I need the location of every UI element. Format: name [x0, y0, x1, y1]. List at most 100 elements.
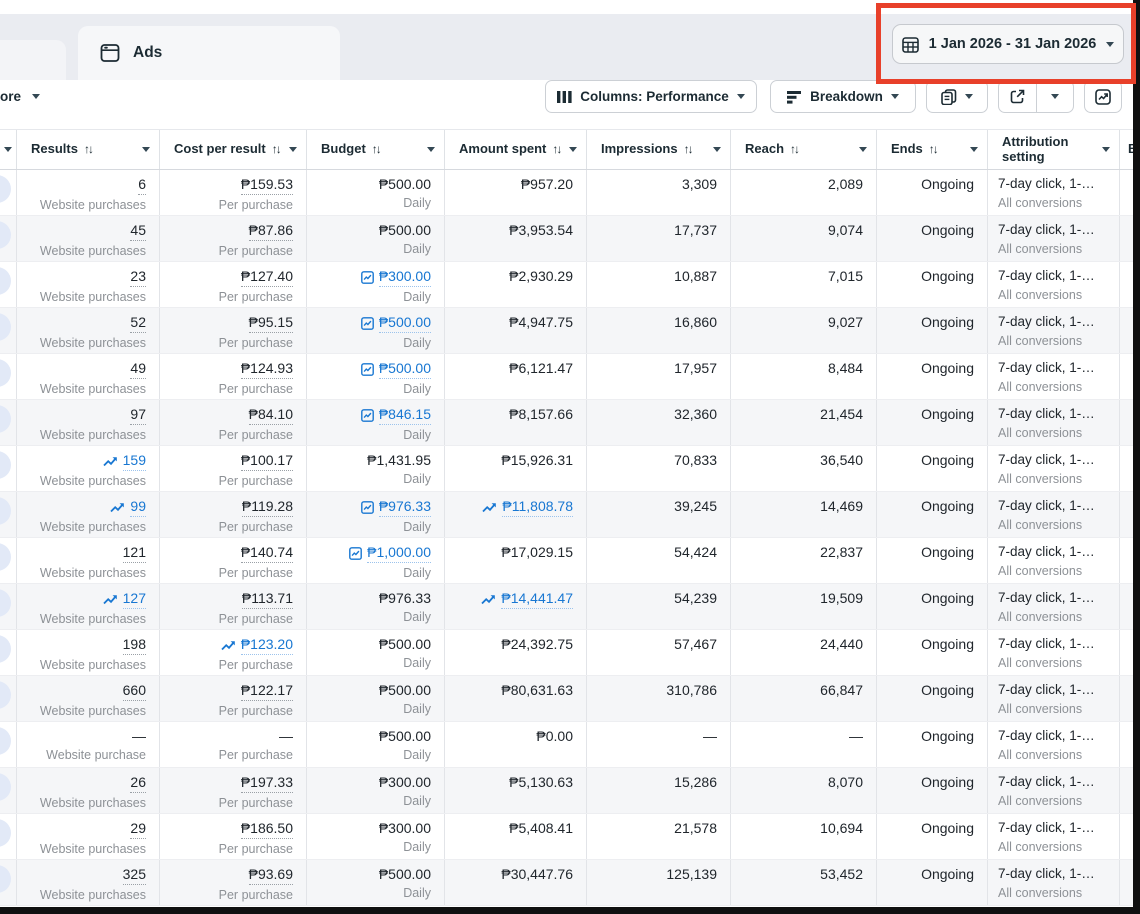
- budget-value[interactable]: ₱500.00: [379, 314, 431, 333]
- cost-value[interactable]: ₱127.40: [241, 268, 293, 287]
- results-value[interactable]: 49: [130, 360, 146, 379]
- spent-value[interactable]: ₱15,926.31: [501, 452, 573, 469]
- reports-button[interactable]: [926, 80, 988, 113]
- budget-value[interactable]: ₱500.00: [379, 360, 431, 379]
- export-options[interactable]: [1036, 81, 1074, 112]
- table-row[interactable]: 23 Website purchases ₱127.40 Per purchas…: [0, 262, 1140, 308]
- table-row[interactable]: 325 Website purchases ₱93.69 Per purchas…: [0, 860, 1140, 906]
- spent-value[interactable]: ₱11,808.78: [502, 498, 573, 517]
- cost-value[interactable]: ₱140.74: [241, 544, 293, 563]
- spent-value[interactable]: ₱5,130.63: [509, 774, 573, 791]
- ad-thumbnail-partial[interactable]: [0, 589, 11, 617]
- cost-value[interactable]: ₱93.69: [249, 866, 293, 885]
- chevron-down-icon[interactable]: [859, 147, 867, 152]
- table-row[interactable]: — Website purchase — Per purchase ₱500.0…: [0, 722, 1140, 768]
- chevron-down-icon[interactable]: [569, 147, 577, 152]
- chevron-down-icon[interactable]: [970, 147, 978, 152]
- budget-value[interactable]: ₱300.00: [379, 268, 431, 287]
- budget-value[interactable]: ₱846.15: [379, 406, 431, 425]
- ad-thumbnail-partial[interactable]: [0, 773, 11, 801]
- charts-button[interactable]: [1084, 80, 1122, 113]
- chevron-down-icon[interactable]: [289, 147, 297, 152]
- table-row[interactable]: 26 Website purchases ₱197.33 Per purchas…: [0, 768, 1140, 814]
- table-row[interactable]: 29 Website purchases ₱186.50 Per purchas…: [0, 814, 1140, 860]
- spent-value[interactable]: ₱24,392.75: [501, 636, 573, 653]
- sort-icon[interactable]: ↑↓: [84, 143, 92, 157]
- table-row[interactable]: 660 Website purchases ₱122.17 Per purcha…: [0, 676, 1140, 722]
- spent-value[interactable]: ₱957.20: [521, 176, 573, 193]
- chevron-down-icon[interactable]: [142, 147, 150, 152]
- cost-value[interactable]: ₱87.86: [249, 222, 293, 241]
- ad-thumbnail-partial[interactable]: [0, 359, 11, 387]
- table-row[interactable]: 45 Website purchases ₱87.86 Per purchase…: [0, 216, 1140, 262]
- results-value[interactable]: 660: [123, 682, 146, 701]
- ad-thumbnail-partial[interactable]: [0, 681, 11, 709]
- header-cell-reach[interactable]: Reach↑↓: [731, 130, 877, 169]
- budget-value[interactable]: ₱500.00: [379, 636, 431, 653]
- budget-value[interactable]: ₱976.33: [379, 498, 431, 517]
- table-row[interactable]: 159 Website purchases ₱100.17 Per purcha…: [0, 446, 1140, 492]
- budget-value[interactable]: ₱500.00: [379, 222, 431, 239]
- header-cell-impressions[interactable]: Impressions↑↓: [587, 130, 731, 169]
- chevron-down-icon[interactable]: [713, 147, 721, 152]
- spent-value[interactable]: ₱0.00: [536, 728, 573, 745]
- spent-value[interactable]: ₱2,930.29: [509, 268, 573, 285]
- spent-value[interactable]: ₱4,947.75: [509, 314, 573, 331]
- results-value[interactable]: 26: [130, 774, 146, 793]
- budget-value[interactable]: ₱500.00: [379, 176, 431, 193]
- results-value[interactable]: 159: [123, 452, 146, 471]
- breakdown-button[interactable]: Breakdown: [770, 80, 916, 113]
- sort-icon[interactable]: ↑↓: [684, 143, 692, 157]
- ad-thumbnail-partial[interactable]: [0, 865, 11, 893]
- budget-value[interactable]: ₱500.00: [379, 866, 431, 883]
- results-value[interactable]: 6: [138, 176, 146, 195]
- ad-thumbnail-partial[interactable]: [0, 405, 11, 433]
- budget-value[interactable]: ₱300.00: [379, 774, 431, 791]
- spent-value[interactable]: ₱8,157.66: [509, 406, 573, 423]
- sort-icon[interactable]: ↑↓: [272, 143, 280, 157]
- spent-value[interactable]: ₱5,408.41: [509, 820, 573, 837]
- cost-value[interactable]: ₱84.10: [249, 406, 293, 425]
- ad-thumbnail-partial[interactable]: [0, 497, 11, 525]
- header-cell-amount-spent[interactable]: Amount spent↑↓: [445, 130, 587, 169]
- cost-value[interactable]: ₱197.33: [241, 774, 293, 793]
- spent-value[interactable]: ₱3,953.54: [509, 222, 573, 239]
- cost-value[interactable]: ₱124.93: [241, 360, 293, 379]
- header-cell-ad-strip[interactable]: [0, 130, 17, 169]
- sort-icon[interactable]: ↑↓: [552, 143, 560, 157]
- cost-value[interactable]: ₱159.53: [241, 176, 293, 195]
- results-value[interactable]: 121: [123, 544, 146, 563]
- spent-value[interactable]: ₱17,029.15: [501, 544, 573, 561]
- header-cell-attribution-setting[interactable]: Attribution setting: [988, 130, 1120, 169]
- spent-value[interactable]: ₱30,447.76: [501, 866, 573, 883]
- table-row[interactable]: 121 Website purchases ₱140.74 Per purcha…: [0, 538, 1140, 584]
- tab-adsets-partial[interactable]: [0, 40, 66, 80]
- ad-thumbnail-partial[interactable]: [0, 313, 11, 341]
- cost-value[interactable]: ₱95.15: [249, 314, 293, 333]
- ad-thumbnail-partial[interactable]: [0, 819, 11, 847]
- table-row[interactable]: 6 Website purchases ₱159.53 Per purchase…: [0, 170, 1140, 216]
- cost-value[interactable]: ₱122.17: [241, 682, 293, 701]
- results-value[interactable]: 23: [130, 268, 146, 287]
- results-value[interactable]: 97: [130, 406, 146, 425]
- cost-value[interactable]: ₱113.71: [242, 590, 293, 609]
- budget-value[interactable]: ₱300.00: [379, 820, 431, 837]
- table-row[interactable]: 52 Website purchases ₱95.15 Per purchase…: [0, 308, 1140, 354]
- table-row[interactable]: 99 Website purchases ₱119.28 Per purchas…: [0, 492, 1140, 538]
- cost-value[interactable]: —: [279, 728, 293, 745]
- ad-thumbnail-partial[interactable]: [0, 267, 11, 295]
- results-value[interactable]: 325: [123, 866, 146, 885]
- date-range-picker[interactable]: 1 Jan 2026 - 31 Jan 2026: [892, 24, 1124, 64]
- header-cell-ends[interactable]: Ends↑↓: [877, 130, 988, 169]
- sort-icon[interactable]: ↑↓: [372, 143, 380, 157]
- ad-thumbnail-partial[interactable]: [0, 727, 11, 755]
- results-value[interactable]: 29: [130, 820, 146, 839]
- header-cell-budget[interactable]: Budget↑↓: [307, 130, 445, 169]
- columns-button[interactable]: Columns: Performance: [545, 80, 757, 113]
- sort-icon[interactable]: ↑↓: [790, 143, 798, 157]
- table-row[interactable]: 127 Website purchases ₱113.71 Per purcha…: [0, 584, 1140, 630]
- table-row[interactable]: 49 Website purchases ₱124.93 Per purchas…: [0, 354, 1140, 400]
- tab-ads[interactable]: Ads: [78, 26, 340, 80]
- ad-thumbnail-partial[interactable]: [0, 543, 11, 571]
- results-value[interactable]: 45: [130, 222, 146, 241]
